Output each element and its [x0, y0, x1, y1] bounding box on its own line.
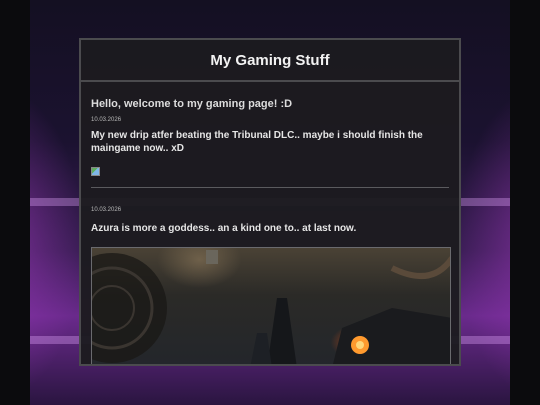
game-screenshot[interactable]: [91, 247, 451, 364]
welcome-text: Hello, welcome to my gaming page! :D: [91, 98, 293, 110]
posts-area[interactable]: Hello, welcome to my gaming page! :D 10.…: [81, 82, 459, 364]
content-panel: My Gaming Stuff Hello, welcome to my gam…: [79, 38, 461, 366]
post-text: My new drip atfer beating the Tribunal D…: [91, 130, 423, 154]
left-frame: [0, 0, 30, 405]
post-2: 10.03.2026 Azura is more a goddess.. an …: [91, 207, 451, 364]
post-text: Azura is more a goddess.. an a kind one …: [91, 223, 357, 234]
post-1: 10.03.2026 My new drip atfer beating the…: [91, 117, 449, 176]
right-frame: [510, 0, 540, 405]
game-scene-image: [92, 250, 450, 364]
page-title: My Gaming Stuff: [210, 51, 330, 69]
panel-header: My Gaming Stuff: [81, 40, 459, 82]
broken-image-icon[interactable]: [91, 167, 100, 176]
post-date: 10.03.2026: [91, 117, 122, 123]
post-divider: [91, 187, 449, 188]
post-date: 10.03.2026: [91, 207, 122, 213]
